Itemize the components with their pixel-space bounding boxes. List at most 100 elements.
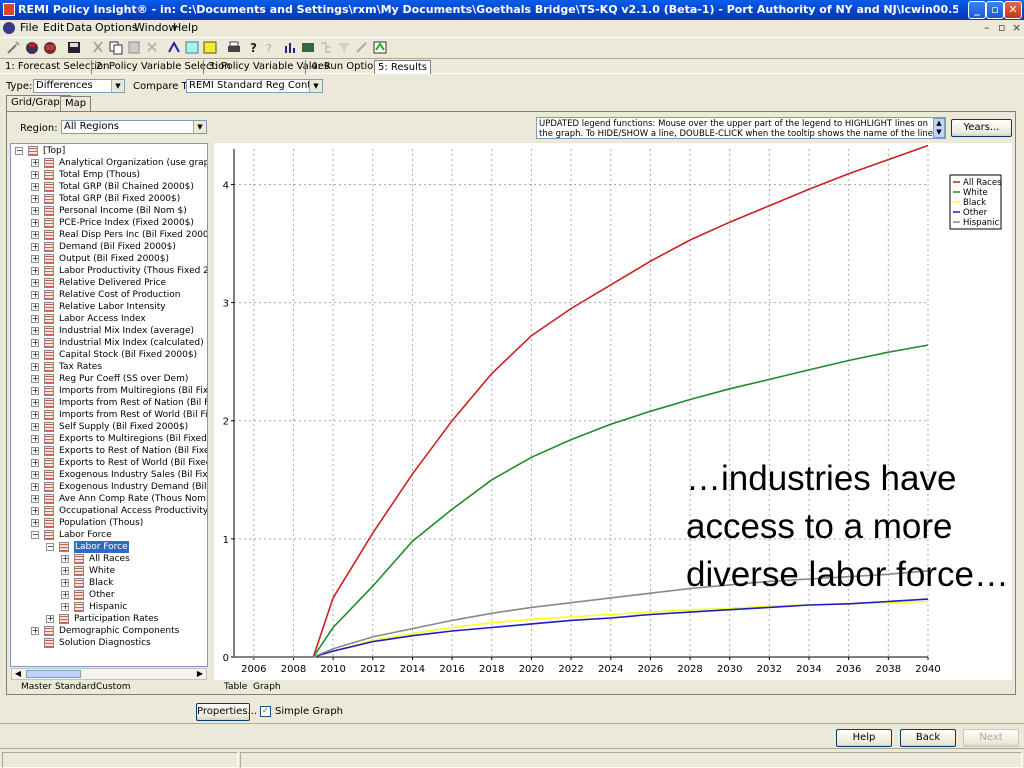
mdi-restore-button[interactable]: ▫ (998, 21, 1005, 34)
tree-item[interactable]: + Demand (Bil Fixed 2000$) (11, 241, 207, 253)
expand-icon[interactable]: + (31, 519, 39, 527)
menu-data[interactable]: Data (66, 21, 92, 34)
tree-item[interactable]: + Imports from Rest of World (Bil Fixed 2… (11, 409, 207, 421)
tree-item[interactable]: + Total GRP (Bil Fixed 2000$) (11, 193, 207, 205)
mdi-close-button[interactable]: × (1012, 21, 1021, 34)
copy-icon[interactable] (108, 40, 124, 55)
expand-icon[interactable]: + (61, 567, 69, 575)
expand-icon[interactable]: + (46, 615, 54, 623)
tree-icon[interactable] (318, 40, 334, 55)
tab-map[interactable]: Map (60, 96, 92, 111)
expand-icon[interactable]: + (31, 267, 39, 275)
expand-icon[interactable]: + (31, 363, 39, 371)
expand-icon[interactable]: + (61, 579, 69, 587)
years-button[interactable]: Years... (951, 119, 1012, 137)
tree-item[interactable]: + Exports to Multiregions (Bil Fixed 2000… (11, 433, 207, 445)
tree-item[interactable]: + Tax Rates (11, 361, 207, 373)
help-icon[interactable]: ? (246, 40, 262, 55)
tree-item[interactable]: + Industrial Mix Index (average) (11, 325, 207, 337)
save-icon[interactable] (66, 40, 82, 55)
menu-options[interactable]: Options (95, 21, 137, 34)
run-icon[interactable] (166, 40, 182, 55)
tree-item[interactable]: + Total GRP (Bil Chained 2000$) (11, 181, 207, 193)
tree-item[interactable]: + Relative Delivered Price (11, 277, 207, 289)
close-button[interactable]: ✕ (1004, 1, 1022, 19)
edit-icon[interactable] (354, 40, 370, 55)
tree-item[interactable]: − Labor Force (11, 541, 207, 553)
tree-tab-master[interactable]: Master (21, 682, 52, 692)
tree-item[interactable]: + Real Disp Pers Inc (Bil Fixed 2000$) (11, 229, 207, 241)
menu-window[interactable]: Window (134, 21, 177, 34)
expand-icon[interactable]: + (61, 555, 69, 563)
type-select[interactable]: Differences ▼ (33, 79, 125, 93)
properties-button[interactable]: Properties... (196, 703, 257, 721)
tree-item[interactable]: + Reg Pur Coeff (SS over Dem) (11, 373, 207, 385)
table-icon[interactable] (184, 40, 200, 55)
cut-icon[interactable] (90, 40, 106, 55)
tools-icon[interactable] (372, 40, 388, 55)
expand-icon[interactable]: + (31, 207, 39, 215)
expand-icon[interactable]: + (31, 471, 39, 479)
scroll-right-icon[interactable]: ▶ (194, 669, 206, 679)
expand-icon[interactable]: + (31, 231, 39, 239)
tree-item[interactable]: + Hispanic (11, 601, 207, 613)
tree-item[interactable]: + Total Emp (Thous) (11, 169, 207, 181)
context-help-icon[interactable]: ? (264, 40, 280, 55)
tree-item[interactable]: + Other (11, 589, 207, 601)
map-icon[interactable] (300, 40, 316, 55)
tab-results[interactable]: 5: Results (374, 60, 432, 74)
tree-item[interactable]: + Capital Stock (Bil Fixed 2000$) (11, 349, 207, 361)
wizard-icon[interactable] (6, 40, 22, 55)
tree-item[interactable]: + Labor Access Index (11, 313, 207, 325)
collapse-icon[interactable]: − (46, 543, 54, 551)
tree-tab-custom[interactable]: Custom (96, 682, 130, 692)
tree-item[interactable]: + Demographic Components (11, 625, 207, 637)
expand-icon[interactable]: + (31, 423, 39, 431)
tree-item[interactable]: + Analytical Organization (use graph opti… (11, 157, 207, 169)
tree-item[interactable]: + Exogenous Industry Sales (Bil Fixed 200 (11, 469, 207, 481)
paste-icon[interactable] (126, 40, 142, 55)
tree-item[interactable]: Solution Diagnostics (11, 637, 207, 649)
back-button[interactable]: Back (900, 729, 956, 747)
open-icon[interactable] (42, 40, 58, 55)
tree-item[interactable]: + PCE-Price Index (Fixed 2000$) (11, 217, 207, 229)
expand-icon[interactable]: + (31, 411, 39, 419)
expand-icon[interactable]: + (31, 447, 39, 455)
expand-icon[interactable]: + (31, 459, 39, 467)
tree-item[interactable]: + Output (Bil Fixed 2000$) (11, 253, 207, 265)
expand-icon[interactable]: + (31, 315, 39, 323)
tree-horizontal-scrollbar[interactable]: ◀ ▶ (11, 668, 207, 680)
menu-edit[interactable]: Edit (43, 21, 64, 34)
delete-icon[interactable] (144, 40, 160, 55)
legend-info-scrollbar[interactable]: ▲ ▼ (933, 118, 945, 138)
expand-icon[interactable]: + (31, 243, 39, 251)
graph-tab-graph[interactable]: Graph (253, 682, 281, 692)
tree-item[interactable]: + Relative Cost of Production (11, 289, 207, 301)
expand-icon[interactable]: + (31, 219, 39, 227)
tree-item[interactable]: + Occupational Access Productivity Index (11, 505, 207, 517)
expand-icon[interactable]: + (31, 375, 39, 383)
tree-item[interactable]: + Personal Income (Bil Nom $) (11, 205, 207, 217)
tree-item[interactable]: + Industrial Mix Index (calculated) (11, 337, 207, 349)
collapse-icon[interactable]: − (15, 147, 23, 155)
simple-graph-checkbox[interactable]: ✓ (260, 706, 271, 717)
expand-icon[interactable]: + (31, 195, 39, 203)
expand-icon[interactable]: + (31, 483, 39, 491)
expand-icon[interactable]: + (31, 387, 39, 395)
expand-icon[interactable]: + (31, 291, 39, 299)
tree-item[interactable]: + Ave Ann Comp Rate (Thous Nom $) (11, 493, 207, 505)
expand-icon[interactable]: + (31, 279, 39, 287)
tree-item[interactable]: + Relative Labor Intensity (11, 301, 207, 313)
expand-icon[interactable]: + (31, 327, 39, 335)
print-icon[interactable] (226, 40, 242, 55)
tree-item[interactable]: + Exports to Rest of Nation (Bil Fixed 20… (11, 445, 207, 457)
tree-item[interactable]: + Imports from Multiregions (Bil Fixed 20… (11, 385, 207, 397)
menu-help[interactable]: Help (173, 21, 198, 34)
compare-to-select[interactable]: REMI Standard Reg Control ▼ (186, 79, 323, 93)
scroll-left-icon[interactable]: ◀ (12, 669, 24, 679)
mdi-minimize-button[interactable]: – (984, 21, 990, 34)
tree-item[interactable]: + Labor Productivity (Thous Fixed 2000$) (11, 265, 207, 277)
expand-icon[interactable]: + (31, 255, 39, 263)
tree-item[interactable]: − Labor Force (11, 529, 207, 541)
help-button[interactable]: Help (836, 729, 892, 747)
